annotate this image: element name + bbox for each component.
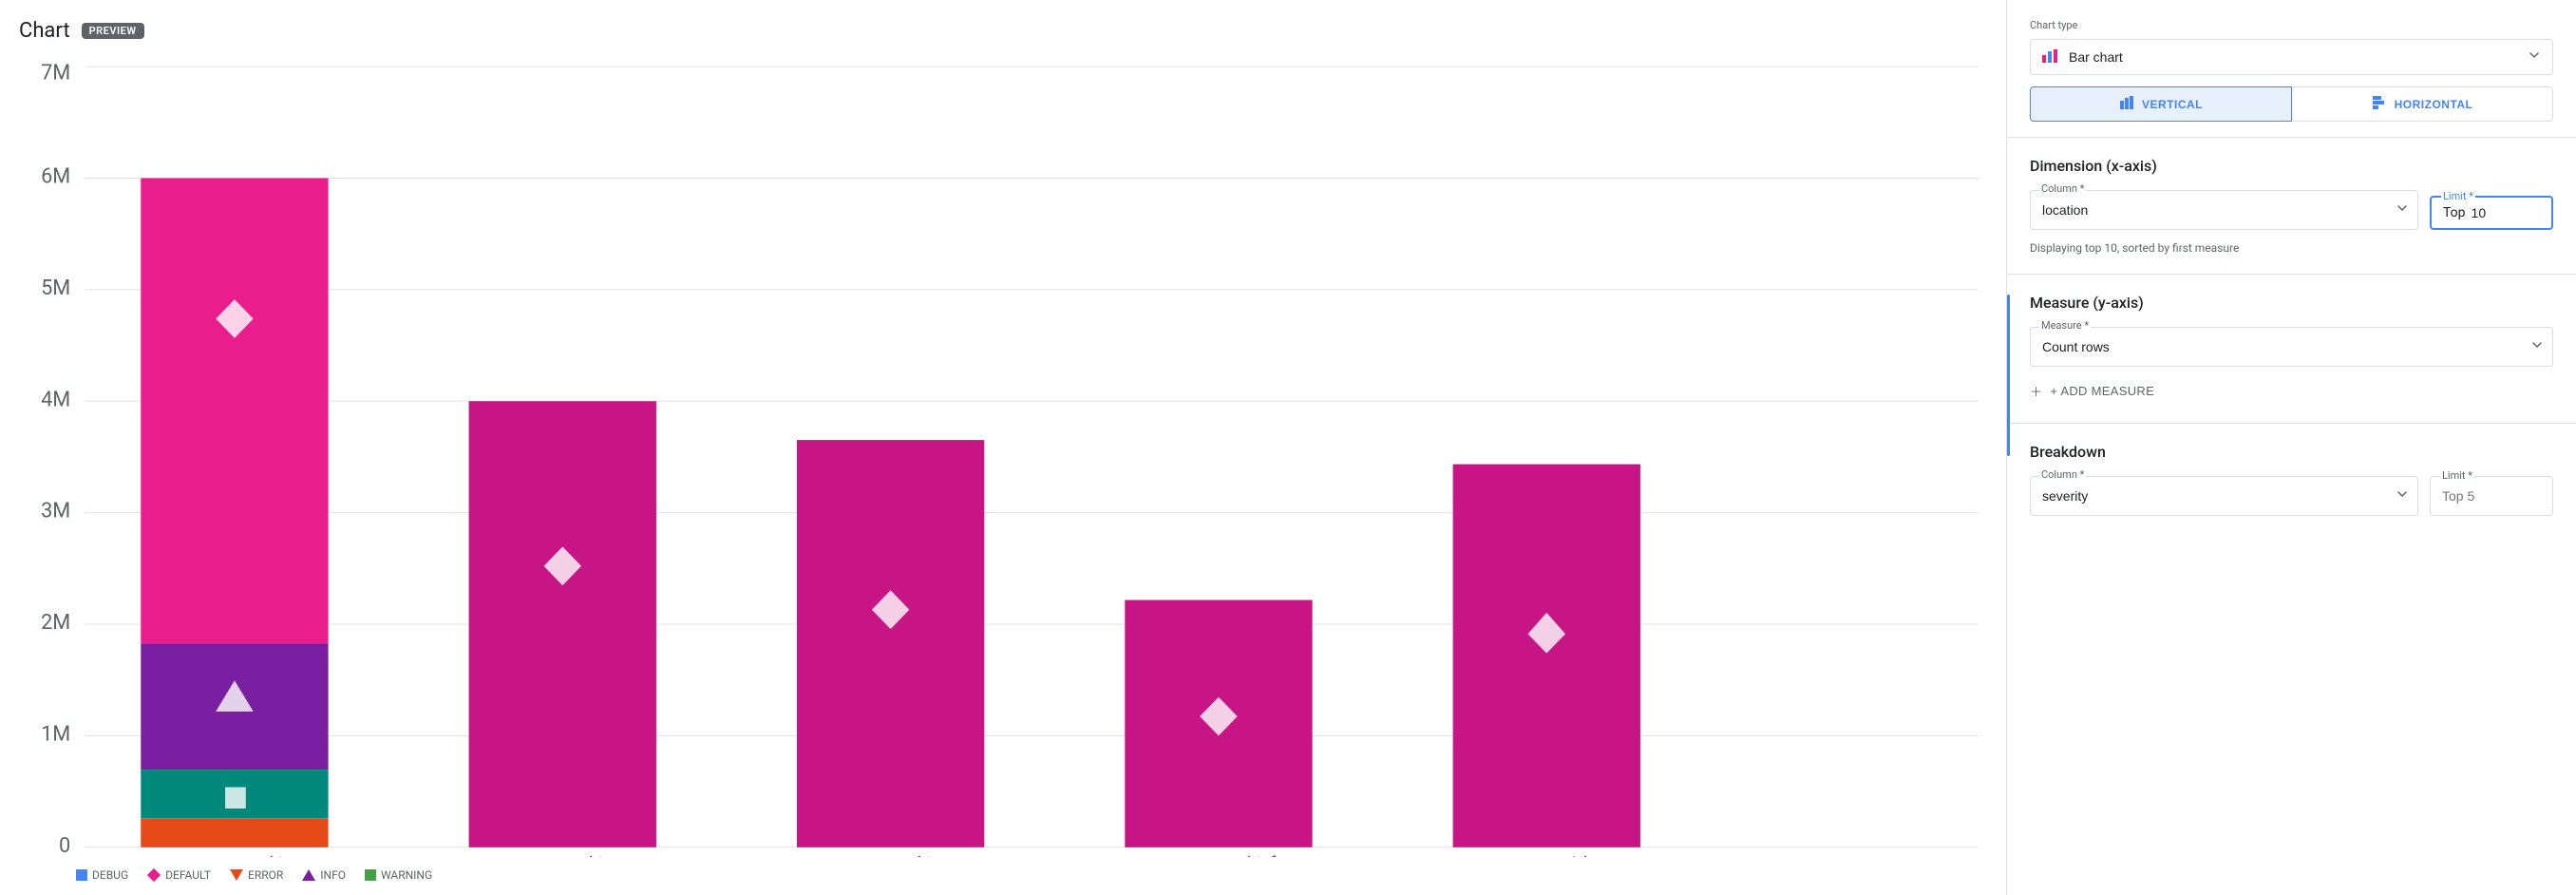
svg-text:6M: 6M	[41, 164, 70, 188]
vertical-bar-icon	[2119, 95, 2134, 113]
measure-select-wrapper[interactable]: Count rows	[2030, 327, 2553, 367]
legend-info-icon	[302, 869, 315, 881]
breakdown-limit-group: Limit *	[2430, 476, 2553, 516]
legend-debug-label: DEBUG	[92, 868, 128, 882]
breakdown-field-row: Column * severity Limit *	[2030, 476, 2553, 516]
horizontal-bar-icon	[2372, 95, 2387, 113]
svg-text:5M: 5M	[41, 276, 70, 300]
chart-legend: DEBUG DEFAULT ERROR INFO WARNING	[19, 857, 1987, 885]
chart-type-select-wrapper[interactable]: Bar chart	[2030, 39, 2553, 75]
legend-error-label: ERROR	[248, 868, 283, 882]
dimension-limit-group: Limit * Top	[2430, 196, 2553, 230]
chart-container: 0 1M 2M 3M 4M 5M 6M 7M	[19, 62, 1987, 885]
svg-text:4M: 4M	[41, 388, 70, 411]
measure-select[interactable]: Count rows	[2031, 328, 2552, 366]
breakdown-section-title: Breakdown	[2030, 443, 2553, 461]
orientation-buttons: VERTICAL HORIZONTAL	[2030, 86, 2553, 122]
breakdown-limit-label: Limit *	[2440, 469, 2474, 482]
breakdown-limit-wrapper[interactable]: Limit *	[2430, 476, 2553, 516]
measure-field-group: Measure * Count rows	[2030, 327, 2553, 367]
add-measure-icon: ＋	[2030, 382, 2042, 400]
horizontal-orientation-btn[interactable]: HORIZONTAL	[2292, 86, 2553, 122]
legend-warning-color	[365, 869, 376, 881]
limit-prefix: Top	[2443, 205, 2466, 220]
chart-type-select[interactable]: Bar chart	[2031, 40, 2552, 74]
chart-type-label: Chart type	[2030, 19, 2553, 31]
chart-type-section: Chart type Bar chart	[2007, 0, 2576, 138]
dimension-limit-label: Limit *	[2441, 190, 2475, 202]
legend-default: DEFAULT	[147, 868, 211, 882]
svg-text:us-central1-a: us-central1-a	[503, 853, 622, 857]
breakdown-section: Breakdown Column * severity Limit *	[2007, 424, 2576, 546]
horizontal-label: HORIZONTAL	[2395, 98, 2473, 111]
chart-svg-area: 0 1M 2M 3M 4M 5M 6M 7M	[19, 62, 1987, 857]
legend-debug-color	[76, 869, 87, 881]
chart-area: Chart PREVIEW 0 1M 2M 3M 4M 5M 6M 7M	[0, 0, 2006, 895]
add-measure-label: + ADD MEASURE	[2050, 384, 2154, 398]
svg-text:7M: 7M	[41, 62, 70, 85]
svg-text:us-central1-f: us-central1-f	[1162, 853, 1277, 857]
legend-error-icon	[230, 869, 243, 881]
legend-debug: DEBUG	[76, 868, 128, 882]
measure-label: Measure *	[2039, 319, 2091, 332]
accent-bar	[2007, 295, 2010, 456]
dimension-field-row: Column * location Limit * Top	[2030, 190, 2553, 230]
breakdown-column-group: Column * severity	[2030, 476, 2418, 516]
breakdown-column-wrapper[interactable]: severity	[2030, 476, 2418, 516]
preview-badge: PREVIEW	[82, 23, 144, 39]
breakdown-column-select[interactable]: severity	[2031, 477, 2417, 515]
chart-header: Chart PREVIEW	[19, 19, 1987, 43]
measure-section: Measure (y-axis) Measure * Count rows ＋ …	[2007, 275, 2576, 424]
dimension-limit-wrapper[interactable]: Limit * Top	[2430, 196, 2553, 230]
bar-chart-icon	[2040, 46, 2059, 68]
chart-svg: 0 1M 2M 3M 4M 5M 6M 7M	[19, 62, 1987, 857]
breakdown-column-label: Column *	[2039, 468, 2086, 481]
legend-info: INFO	[302, 868, 346, 882]
dimension-section-title: Dimension (x-axis)	[2030, 157, 2553, 175]
svg-text:0: 0	[59, 834, 70, 857]
svg-text:2M: 2M	[41, 611, 70, 635]
svg-text:3M: 3M	[41, 499, 70, 523]
vertical-orientation-btn[interactable]: VERTICAL	[2030, 86, 2292, 122]
measure-section-title: Measure (y-axis)	[2030, 294, 2553, 312]
svg-text:us-east4-b: us-east4-b	[1499, 853, 1595, 857]
legend-warning: WARNING	[365, 868, 432, 882]
svg-text:1M: 1M	[41, 722, 70, 746]
legend-default-label: DEFAULT	[165, 868, 211, 882]
dimension-column-group: Column * location	[2030, 190, 2418, 230]
dimension-column-wrapper[interactable]: location	[2030, 190, 2418, 230]
svg-text:us-central1: us-central1	[183, 853, 285, 857]
dimension-section: Dimension (x-axis) Column * location Lim…	[2007, 138, 2576, 275]
add-measure-button[interactable]: ＋ + ADD MEASURE	[2030, 378, 2154, 404]
svg-text:us-central1-c: us-central1-c	[831, 853, 950, 857]
display-hint: Displaying top 10, sorted by first measu…	[2030, 241, 2553, 255]
legend-default-icon	[147, 868, 161, 882]
vertical-label: VERTICAL	[2142, 98, 2203, 111]
right-panel: Chart type Bar chart	[2006, 0, 2576, 895]
legend-warning-label: WARNING	[381, 868, 432, 882]
breakdown-limit-input[interactable]	[2431, 477, 2552, 515]
dimension-column-label: Column *	[2039, 182, 2086, 195]
dimension-limit-input[interactable]	[2472, 205, 2510, 220]
dimension-column-select[interactable]: location	[2031, 191, 2417, 229]
legend-info-label: INFO	[320, 868, 346, 882]
chart-title: Chart	[19, 19, 70, 43]
legend-error: ERROR	[230, 868, 283, 882]
